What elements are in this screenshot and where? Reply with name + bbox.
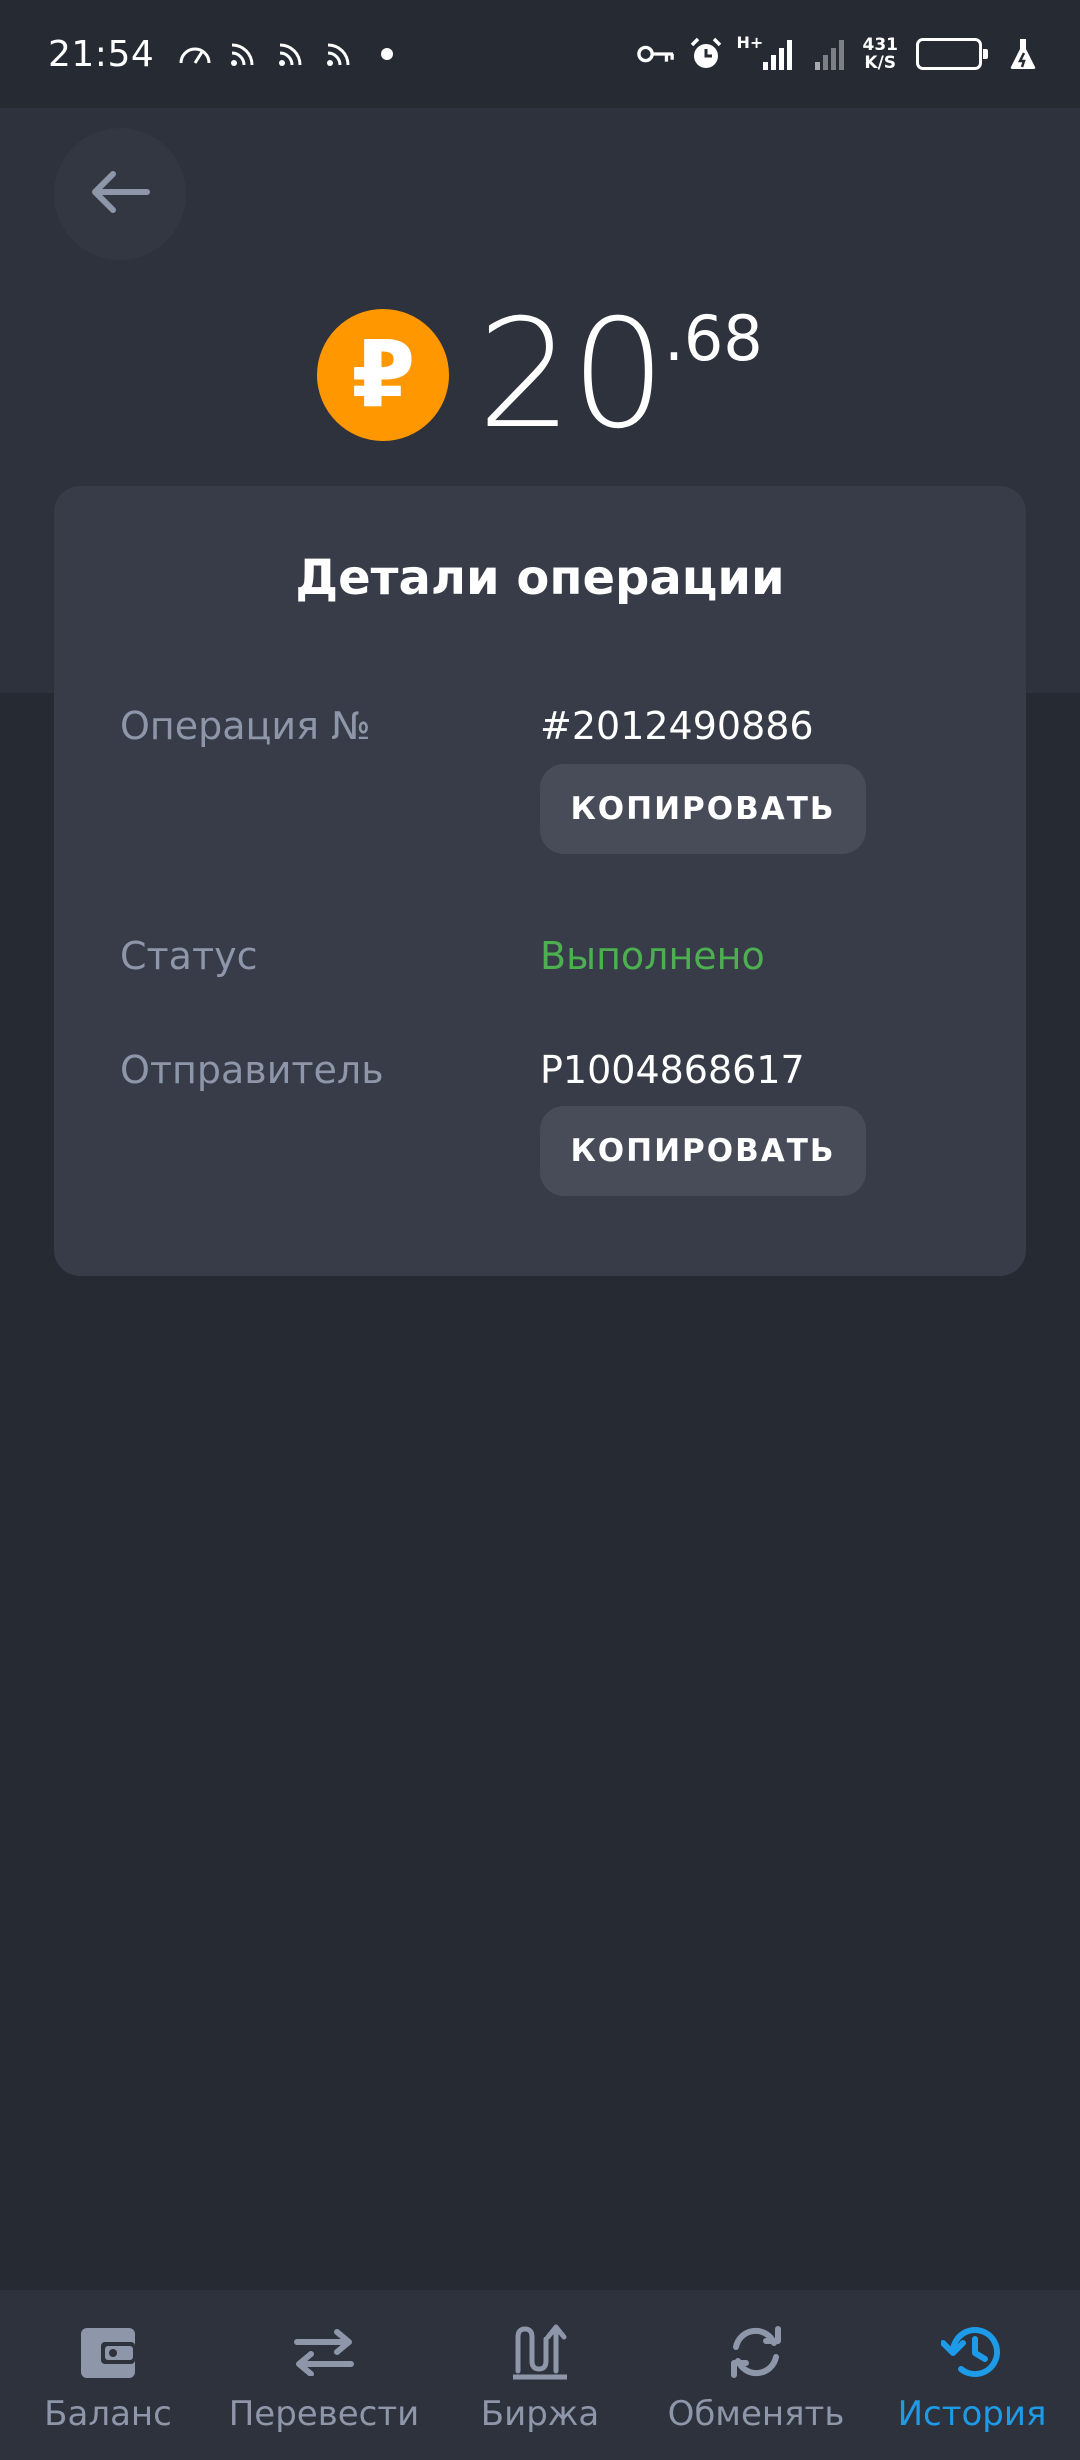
nav-item-transfer[interactable]: Перевести — [216, 2290, 432, 2460]
nav-label-balance: Баланс — [44, 2394, 172, 2434]
nav-label-swap: Обменять — [667, 2394, 845, 2434]
nav-item-history[interactable]: История — [864, 2290, 1080, 2460]
nav-label-transfer: Перевести — [228, 2394, 420, 2434]
network-speed-value: 431 — [862, 35, 899, 55]
cast-icon — [224, 35, 262, 73]
transfer-arrows-icon — [292, 2320, 356, 2384]
status-label: Статус — [120, 934, 258, 978]
network-speed: 431 K/S — [863, 36, 899, 72]
detail-row-status: Статус Выполнено — [120, 934, 980, 994]
nav-item-exchange[interactable]: Биржа — [432, 2290, 648, 2460]
speedometer-icon — [176, 35, 214, 73]
status-time: 21:54 — [48, 33, 155, 75]
network-speed-unit: K/S — [864, 53, 897, 73]
status-bar-left: 21:54 — [48, 34, 416, 75]
back-button[interactable] — [54, 128, 186, 260]
currency-symbol: ₽ — [351, 321, 416, 428]
amount-display: ₽ 20 .68 — [0, 290, 1080, 460]
operation-details-card: Детали операции Операция № #2012490886 К… — [54, 486, 1026, 1276]
network-type: H+ — [736, 33, 764, 52]
copy-operation-button[interactable]: КОПИРОВАТЬ — [540, 764, 866, 854]
alarm-icon — [687, 35, 725, 73]
refresh-icon — [724, 2320, 788, 2384]
signal-strength-icon: H+ — [736, 33, 797, 73]
wallet-icon — [76, 2320, 140, 2384]
notification-dot-icon — [368, 35, 406, 73]
card-title: Детали операции — [295, 550, 785, 606]
nav-label-history: История — [897, 2394, 1047, 2434]
flask-icon — [1004, 35, 1042, 73]
detail-row-sender: Отправитель P1004868617 КОПИРОВАТЬ — [120, 1048, 980, 1248]
status-value: Выполнено — [540, 934, 765, 978]
amount-integer: 20 — [477, 288, 666, 462]
battery-icon — [916, 38, 988, 70]
nav-item-balance[interactable]: Баланс — [0, 2290, 216, 2460]
nav-label-exchange: Биржа — [480, 2394, 600, 2434]
copy-sender-button[interactable]: КОПИРОВАТЬ — [540, 1106, 866, 1196]
vpn-key-icon — [636, 35, 675, 73]
amount-fraction: .68 — [664, 302, 763, 375]
arrow-left-icon — [89, 170, 151, 218]
operation-value: #2012490886 — [540, 704, 814, 748]
ruble-icon: ₽ — [317, 309, 450, 441]
signal-strength-2-icon — [809, 35, 849, 73]
cast-icon — [320, 35, 358, 73]
nav-item-swap[interactable]: Обменять — [648, 2290, 864, 2460]
bottom-navigation: Баланс Перевести Биржа Обменять История — [0, 2290, 1080, 2460]
operation-label: Операция № — [120, 704, 371, 748]
sender-label: Отправитель — [120, 1048, 384, 1092]
cast-icon — [272, 35, 310, 73]
exchange-chart-icon — [508, 2320, 572, 2384]
status-bar: 21:54 H+ 431 K/S — [0, 0, 1080, 108]
sender-value: P1004868617 — [540, 1048, 805, 1092]
history-icon — [940, 2320, 1004, 2384]
status-bar-right: H+ 431 K/S — [625, 33, 1043, 73]
detail-row-operation: Операция № #2012490886 КОПИРОВАТЬ — [120, 704, 980, 904]
